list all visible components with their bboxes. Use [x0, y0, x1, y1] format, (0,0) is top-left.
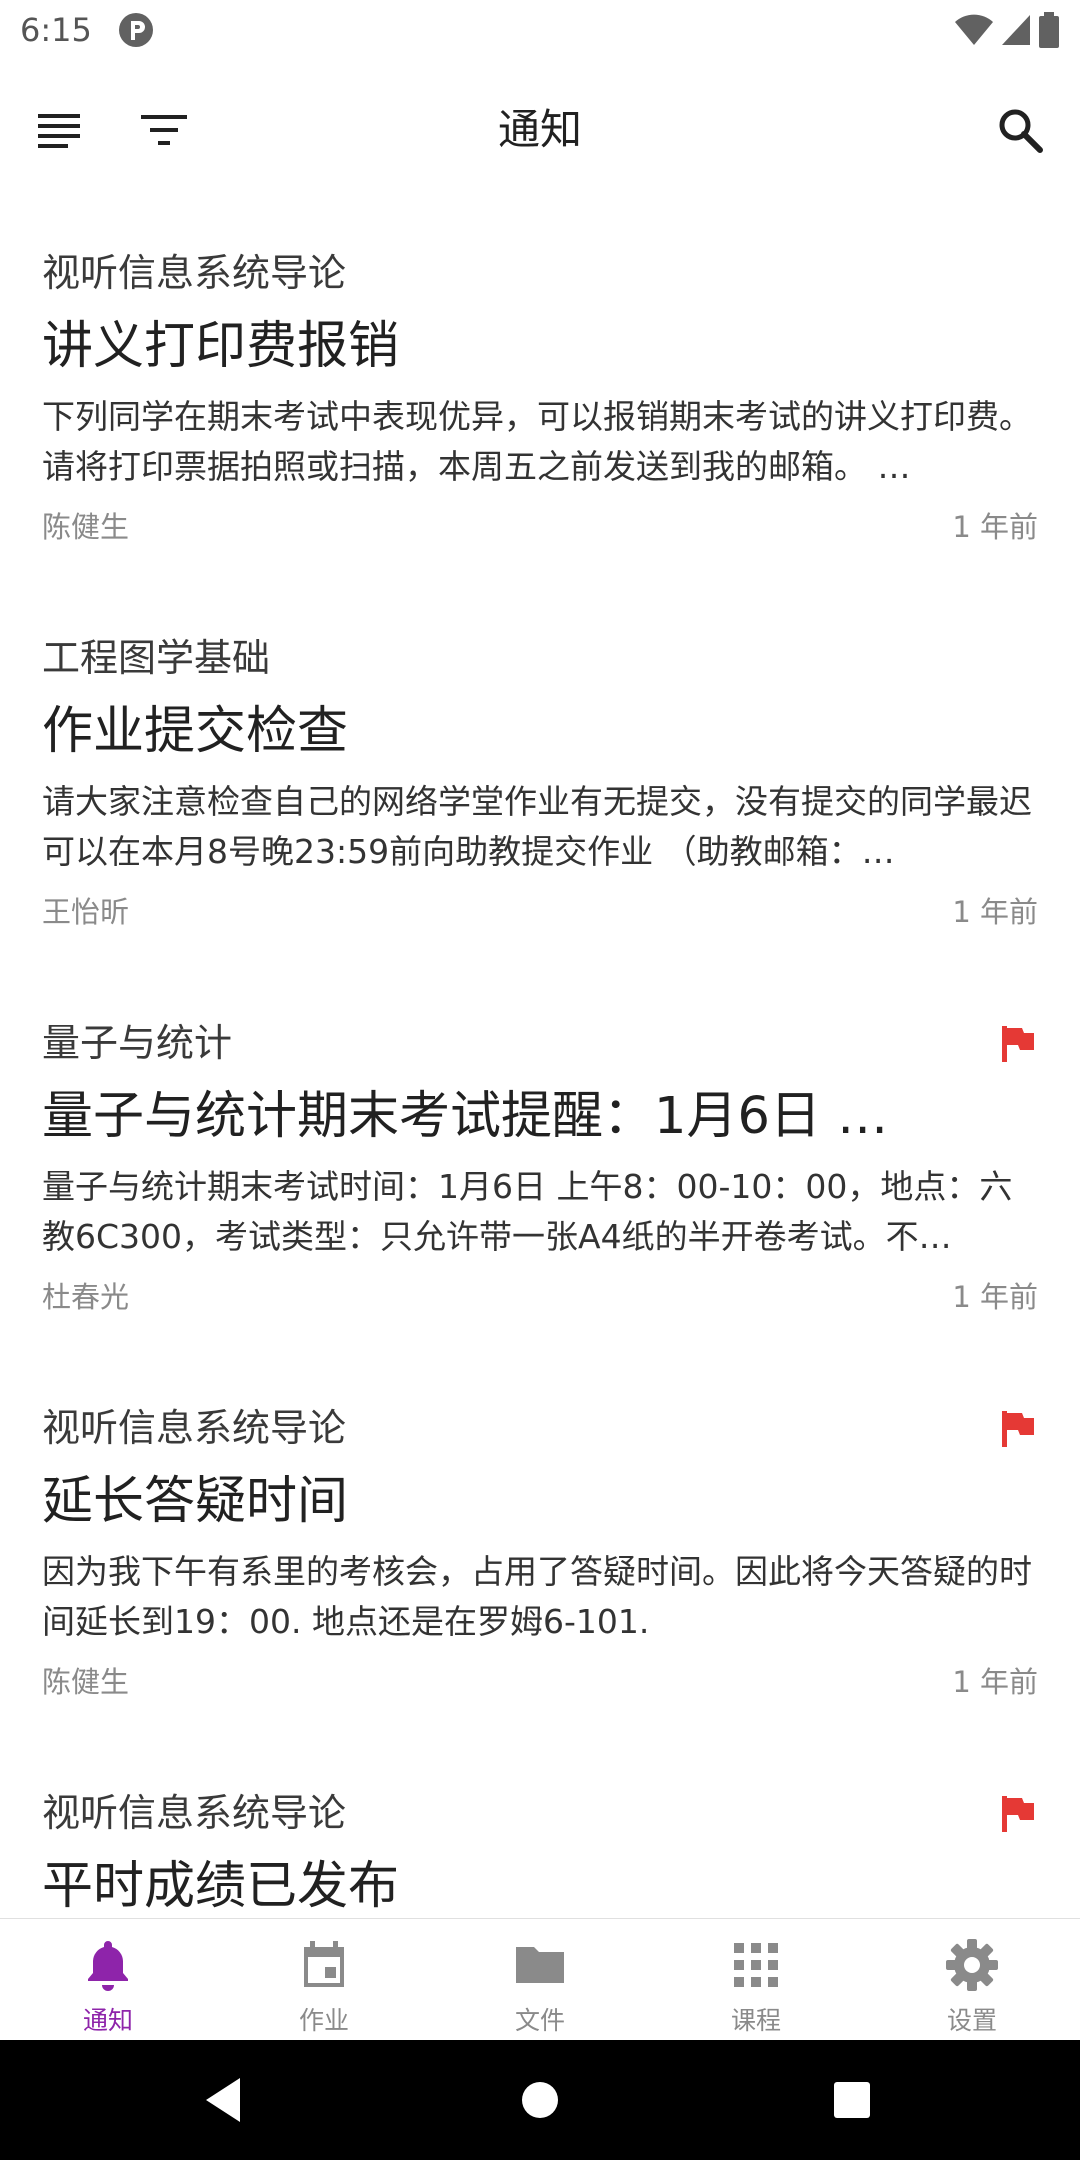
nav-label: 设置	[946, 2006, 997, 2035]
notice-item[interactable]: 量子与统计 量子与统计期末考试提醒：1月6日 … 量子与统计期末考试时间：1月6…	[0, 970, 1080, 1355]
flag-icon	[1002, 1411, 1034, 1447]
nav-notifications[interactable]: 通知	[0, 1919, 216, 2041]
recents-icon[interactable]	[822, 2070, 882, 2130]
folder-icon	[516, 1947, 564, 1983]
notice-item[interactable]: 视听信息系统导论 延长答疑时间 因为我下午有系里的考核会，占用了答疑时间。因此将…	[0, 1355, 1080, 1740]
notice-course: 量子与统计	[42, 1021, 233, 1065]
system-navigation-bar	[0, 2040, 1080, 2160]
notice-body: 下列同学在期末考试中表现优异，可以报销期末考试的讲义打印费。请将打印票据拍照或扫…	[42, 397, 1032, 486]
notice-body: 请大家注意检查自己的网络学堂作业有无提交，没有提交的同学最迟可以在本月8号晚23…	[42, 782, 1032, 871]
notice-course: 视听信息系统导论	[42, 251, 347, 295]
notice-time: 1 年前	[952, 895, 1038, 929]
bell-icon	[88, 1941, 128, 1991]
apps-grid-icon	[734, 1943, 778, 1987]
notice-author: 陈健生	[42, 510, 130, 544]
app-bar: 通知	[0, 60, 1080, 200]
battery-icon	[1039, 12, 1059, 48]
page-title: 通知	[497, 105, 582, 154]
search-icon	[999, 109, 1043, 153]
cell-signal-icon	[1002, 15, 1030, 45]
notice-author: 陈健生	[42, 1665, 130, 1699]
status-right	[954, 12, 1060, 48]
nav-label: 作业	[298, 2006, 349, 2035]
notice-author: 王怡昕	[42, 895, 130, 929]
search-button[interactable]	[990, 100, 1050, 160]
nav-courses[interactable]: 课程	[648, 1919, 864, 2041]
nav-label: 课程	[730, 2006, 781, 2035]
flag-icon	[1002, 1026, 1034, 1062]
app-notification-icon	[118, 13, 153, 47]
nav-settings[interactable]: 设置	[864, 1919, 1080, 2041]
notice-time: 1 年前	[952, 1665, 1038, 1699]
notice-item[interactable]: 视听信息系统导论 平时成绩已发布	[0, 1740, 1080, 1918]
notice-time: 1 年前	[952, 510, 1038, 544]
notice-list[interactable]: 视听信息系统导论 讲义打印费报销 下列同学在期末考试中表现优异，可以报销期末考试…	[0, 200, 1080, 1918]
nav-label: 通知	[82, 2006, 133, 2035]
back-icon[interactable]	[196, 2070, 256, 2130]
flag-icon	[1002, 1796, 1034, 1832]
nav-homework[interactable]: 作业	[216, 1919, 432, 2041]
status-bar: 6:15	[0, 0, 1080, 60]
status-time: 6:15	[20, 11, 92, 49]
nav-files[interactable]: 文件	[432, 1919, 648, 2041]
notice-time: 1 年前	[952, 1280, 1038, 1314]
notice-course: 工程图学基础	[42, 636, 271, 680]
notice-body: 量子与统计期末考试时间：1月6日 上午8：00-10：00，地点：六教6C300…	[42, 1167, 1013, 1256]
notice-title: 作业提交检查	[42, 702, 349, 761]
notice-item[interactable]: 视听信息系统导论 讲义打印费报销 下列同学在期末考试中表现优异，可以报销期末考试…	[0, 200, 1080, 585]
notice-course: 视听信息系统导论	[42, 1791, 347, 1835]
notice-body: 因为我下午有系里的考核会，占用了答疑时间。因此将今天答疑的时间延长到19：00.…	[42, 1552, 1032, 1641]
notice-title: 量子与统计期末考试提醒：1月6日 …	[42, 1087, 889, 1146]
nav-label: 文件	[514, 2006, 565, 2035]
calendar-icon	[304, 1941, 344, 1987]
home-icon[interactable]	[510, 2070, 570, 2130]
notice-title: 讲义打印费报销	[42, 317, 400, 376]
notice-title: 平时成绩已发布	[42, 1857, 400, 1916]
notice-title: 延长答疑时间	[42, 1472, 349, 1531]
notice-author: 杜春光	[42, 1280, 130, 1314]
gear-icon	[946, 1939, 998, 1991]
notice-course: 视听信息系统导论	[42, 1406, 347, 1450]
notice-item[interactable]: 工程图学基础 作业提交检查 请大家注意检查自己的网络学堂作业有无提交，没有提交的…	[0, 585, 1080, 970]
wifi-icon	[955, 14, 993, 45]
bottom-navigation: 通知 作业 文件 课程 设置	[0, 1918, 1080, 2041]
status-left: 6:15	[20, 11, 154, 49]
